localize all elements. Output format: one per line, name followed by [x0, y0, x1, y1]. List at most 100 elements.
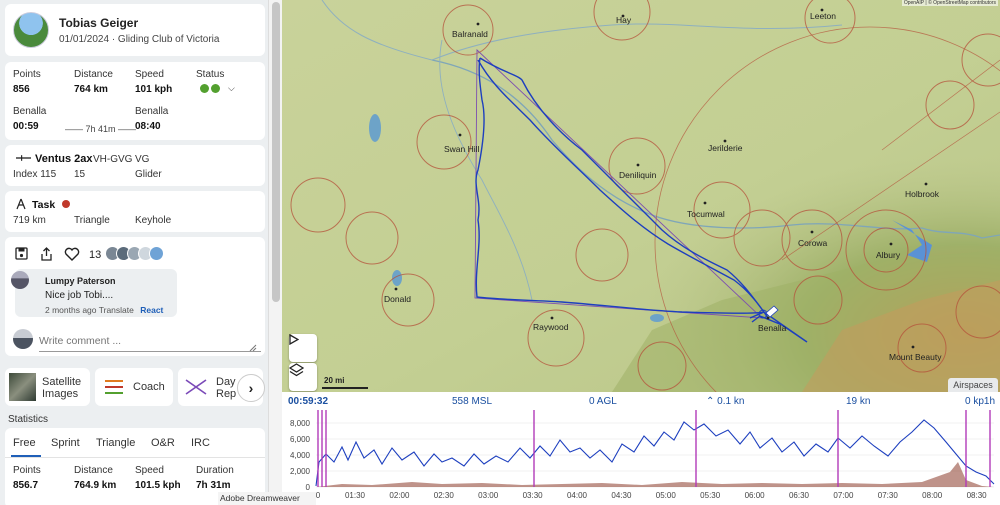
heart-icon[interactable]	[64, 247, 80, 261]
status-indicator[interactable]: ⌵	[200, 83, 235, 94]
coach-button[interactable]: Coach	[95, 368, 173, 406]
town-label-albury[interactable]: Albury	[876, 250, 901, 260]
x-tick-label: 08:00	[922, 491, 943, 500]
town-label-mount-beauty[interactable]: Mount Beauty	[889, 352, 942, 362]
town-label-tocumwal[interactable]: Tocumwal	[687, 209, 725, 219]
town-label-raywood[interactable]: Raywood	[533, 322, 569, 332]
town-label-donald[interactable]: Donald	[384, 294, 411, 304]
comment-input[interactable]	[39, 330, 261, 352]
flight-map[interactable]: Balranald Hay Leeton Swan Hill Deniliqui…	[282, 0, 1000, 392]
play-button[interactable]	[289, 334, 317, 362]
speed-label: Speed	[135, 69, 164, 80]
tab-divider	[5, 457, 265, 458]
satellite-thumbnail-icon	[9, 373, 36, 401]
comment-author[interactable]: Lumpy Paterson	[45, 276, 116, 286]
profile-y-ticks: 8,000 6,000 4,000 2,000 0	[290, 419, 311, 492]
x-tick-label: 07:30	[878, 491, 899, 500]
taskbar-app-label[interactable]: Adobe Dreamweaver 2021	[218, 492, 316, 505]
glider-type[interactable]: Ventus 2ax	[35, 153, 92, 165]
profile-gridlines	[316, 422, 994, 488]
status-dot-icon	[211, 84, 220, 93]
town-label-jerilderie[interactable]: Jerilderie	[708, 143, 743, 153]
chevron-right-icon: ›	[248, 380, 254, 396]
current-user-avatar	[13, 329, 33, 349]
react-link[interactable]: React	[140, 305, 163, 315]
pilot-name[interactable]: Tobias Geiger	[59, 16, 138, 30]
y-tick-label: 8,000	[290, 419, 311, 428]
town-label-hay[interactable]: Hay	[616, 15, 632, 25]
x-tick-label: 07:00	[833, 491, 854, 500]
liker-avatar[interactable]	[149, 246, 164, 261]
tab-free[interactable]: Free	[13, 437, 36, 449]
glider-competition-id: VG	[135, 154, 150, 165]
town-label-balranald[interactable]: Balranald	[452, 29, 488, 39]
scrollbar-thumb[interactable]	[272, 2, 280, 302]
altitude-trace	[315, 419, 995, 487]
task-distance: 719 km	[13, 215, 46, 226]
task-card: Task 719 km Triangle Keyhole	[5, 191, 265, 232]
status-dot-icon	[200, 84, 209, 93]
task-type: Triangle	[74, 215, 110, 226]
scale-bar	[322, 387, 368, 389]
stat-points-label: Points	[13, 465, 41, 476]
next-tools-button[interactable]: ›	[237, 374, 265, 402]
map-attribution[interactable]: OpenAIP | © OpenStreetMap contributors	[901, 0, 998, 6]
pilot-card: Tobias Geiger 01/01/2024 · Gliding Club …	[5, 4, 265, 56]
town-label-deniliquin[interactable]: Deniliquin	[619, 170, 657, 180]
satellite-images-button[interactable]: Satellite Images	[5, 368, 90, 406]
share-icon[interactable]	[40, 247, 53, 261]
airspaces-tab[interactable]: Airspaces	[948, 378, 998, 392]
layers-button[interactable]	[289, 363, 317, 391]
resize-handle-icon[interactable]	[249, 344, 257, 352]
distance-value: 764 km	[74, 84, 108, 95]
sidebar-scrollbar[interactable]	[268, 0, 282, 505]
tab-sprint[interactable]: Sprint	[51, 437, 80, 449]
commenter-avatar[interactable]	[11, 271, 29, 289]
translate-link[interactable]: Translate	[99, 305, 134, 315]
tab-triangle[interactable]: Triangle	[96, 437, 135, 449]
tab-or[interactable]: O&R	[151, 437, 175, 449]
flight-duration: —— 7h 41m ——	[65, 124, 137, 134]
town-label-benalla[interactable]: Benalla	[758, 323, 787, 333]
town-label-leeton[interactable]: Leeton	[810, 11, 836, 21]
town-label-holbrook[interactable]: Holbrook	[905, 189, 940, 199]
pilot-avatar[interactable]	[13, 12, 49, 48]
glider-category: Glider	[135, 169, 162, 180]
lake	[650, 314, 664, 322]
x-tick-label: 08:30	[967, 491, 988, 500]
save-icon[interactable]	[15, 247, 28, 260]
glider-card: Ventus 2ax VH-GVG VG Index 115 15 Glider	[5, 145, 265, 186]
glider-registration: VH-GVG	[93, 154, 133, 165]
x-tick-label: 04:00	[567, 491, 588, 500]
task-sector: Keyhole	[135, 215, 172, 226]
y-tick-label: 2,000	[290, 467, 311, 476]
y-tick-label: 0	[306, 483, 311, 492]
stat-distance-value: 764.9 km	[74, 480, 117, 491]
altitude-profile[interactable]: 00:59:32 558 MSL 0 AGL ⌃ 0.1 kn 19 kn 0 …	[282, 392, 1000, 505]
chevron-down-icon[interactable]: ⌵	[228, 83, 235, 94]
y-tick-label: 6,000	[290, 435, 311, 444]
social-card: 13 Lumpy Paterson Nice job Tobi.... 2 mo…	[5, 237, 265, 356]
comment-age: 2 months ago	[45, 305, 97, 315]
task-label: Task	[32, 199, 56, 211]
tab-irc[interactable]: IRC	[191, 437, 210, 449]
glider-icon	[16, 155, 31, 161]
comment-item: Lumpy Paterson Nice job Tobi.... 2 month…	[11, 269, 177, 317]
town-label-swan-hill[interactable]: Swan Hill	[444, 144, 480, 154]
day-report-icon	[185, 379, 207, 395]
map-canvas[interactable]: Balranald Hay Leeton Swan Hill Deniliqui…	[282, 0, 1000, 392]
town-label-corowa[interactable]: Corowa	[798, 238, 828, 248]
x-tick-label: 0	[316, 491, 321, 500]
x-tick-label: 02:00	[389, 491, 410, 500]
lake	[369, 114, 381, 142]
stat-points-value: 856.7	[13, 480, 39, 491]
satellite-images-label: Satellite Images	[42, 376, 82, 400]
stat-duration-value: 7h 31m	[196, 480, 231, 491]
like-count[interactable]: 13	[89, 249, 101, 261]
points-label: Points	[13, 69, 41, 80]
speed-value: 101 kph	[135, 84, 173, 95]
x-tick-label: 03:30	[523, 491, 544, 500]
status-label: Status	[196, 69, 225, 80]
profile-chart[interactable]: 8,000 6,000 4,000 2,000 0 0 01:30 02:00 02:30 03…	[282, 392, 1000, 505]
coach-label: Coach	[133, 381, 165, 393]
